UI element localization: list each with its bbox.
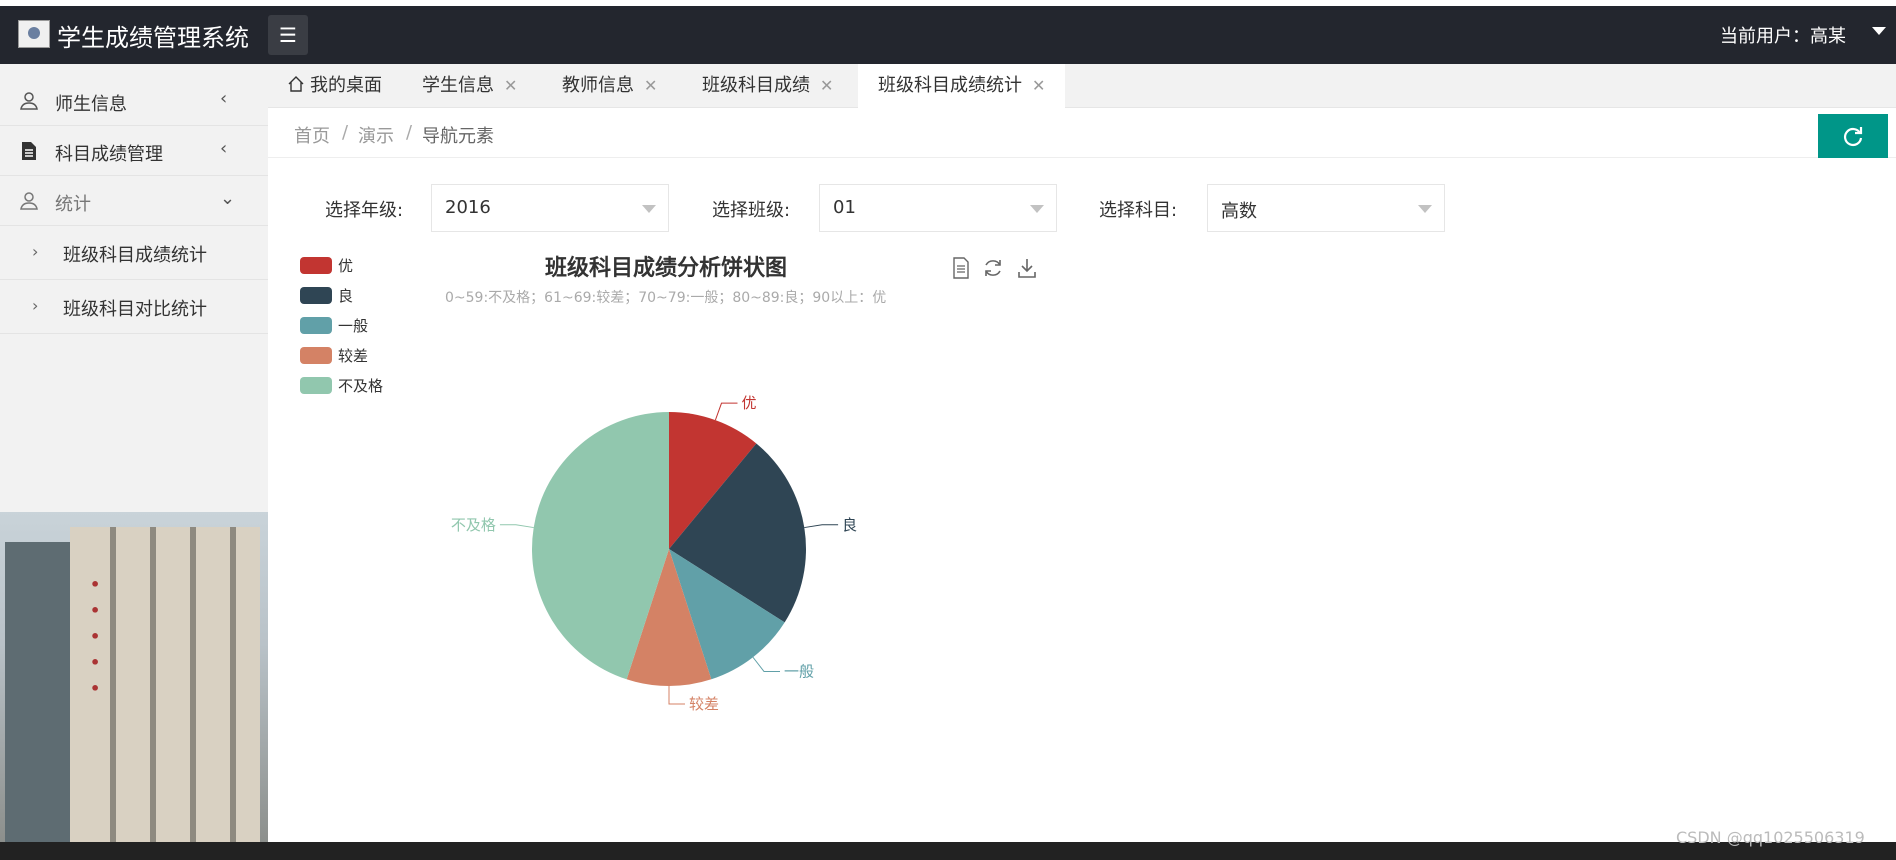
pie-label-line [499,524,534,529]
breadcrumb-separator: / [406,122,413,143]
breadcrumb-demo[interactable]: 演示 [358,122,394,148]
user-icon [18,191,40,213]
data-view-icon[interactable] [949,257,973,281]
tab-teacher-info[interactable]: 教师信息 ✕ [562,64,657,108]
pie-slice-label: 不及格 [451,516,496,534]
close-icon[interactable]: ✕ [1032,76,1045,95]
tab-my-desktop[interactable]: 我的桌面 [288,64,382,108]
pie-chart: 优良一般较差 不及格 [451,394,857,713]
menu-toggle-button[interactable]: ☰ [268,15,308,55]
legend-swatch [300,257,332,274]
home-icon [288,76,304,92]
sidebar-subitem-label: 班级科目对比统计 [63,299,207,320]
menu-icon: ☰ [279,23,297,47]
breadcrumb-home[interactable]: 首页 [294,122,330,148]
tab-label: 学生信息 [422,75,494,96]
sidebar-item-score-management[interactable]: 科目成绩管理 ‹ [0,126,268,176]
class-filter-label: 选择班级: [712,200,791,221]
legend-label: 优 [338,257,354,275]
chevron-right-icon: › [32,296,39,315]
pie-label-line [714,402,738,421]
sidebar-subitem-label: 班级科目成绩统计 [63,245,207,266]
grade-filter-label: 选择年级: [325,200,404,221]
tab-label: 班级科目成绩 [702,75,810,96]
download-icon[interactable] [1015,257,1039,281]
logo [18,20,50,48]
chevron-left-icon: ‹ [220,88,228,109]
current-user-label[interactable]: 当前用户：高某 [1720,22,1846,48]
breadcrumb-current: 导航元素 [422,126,494,147]
close-icon[interactable]: ✕ [820,76,833,95]
grade-select-value: 2016 [445,197,491,218]
legend-swatch [300,347,332,364]
sidebar-item-label: 科目成绩管理 [55,144,163,165]
refresh-button[interactable] [1818,114,1888,158]
refresh-icon [1843,127,1863,147]
sidebar-subitem-class-compare-stats[interactable]: › 班级科目对比统计 [0,280,268,334]
sidebar-item-teacher-student[interactable]: 师生信息 ‹ [0,76,268,126]
campus-building-image: • • • • • [0,512,268,842]
subject-select-value: 高数 [1221,201,1257,222]
class-select[interactable]: 01 [819,184,1057,232]
grade-select[interactable]: 2016 [431,184,669,232]
pie-slice-label: 优 [742,394,757,412]
footer-bar [0,842,1896,860]
pie-label-line [668,686,685,705]
dropdown-caret-icon [1030,205,1044,213]
pie-slice-label: 良 [842,516,857,534]
breadcrumb: 首页 / 演示 / 导航元素 [268,108,1896,158]
subject-filter-label: 选择科目: [1099,200,1178,221]
app-title: 学生成绩管理系统 [57,24,249,52]
tab-label: 我的桌面 [310,75,382,96]
subject-select[interactable]: 高数 [1207,184,1445,232]
chevron-right-icon: › [32,242,39,261]
tab-student-info[interactable]: 学生信息 ✕ [422,64,517,108]
sidebar-subitem-class-score-stats[interactable]: › 班级科目成绩统计 [0,226,268,280]
chevron-left-icon: ‹ [220,138,228,159]
pie-slice-label: 一般 [784,662,814,680]
sidebar-item-label: 统计 [55,194,91,215]
user-icon [18,91,40,113]
close-icon[interactable]: ✕ [644,76,657,95]
restore-icon[interactable] [981,257,1005,281]
tab-class-subject-score[interactable]: 班级科目成绩 ✕ [702,64,833,108]
dropdown-caret-icon [642,205,656,213]
breadcrumb-separator: / [342,122,349,143]
close-icon[interactable]: ✕ [504,76,517,95]
tab-class-subject-score-stats[interactable]: 班级科目成绩统计 ✕ [858,64,1066,108]
pie-label-line [804,524,839,529]
legend-label: 一般 [338,317,369,335]
tab-label: 教师信息 [562,75,634,96]
sidebar-item-label: 师生信息 [55,94,127,115]
chevron-down-icon: ⌄ [220,188,236,209]
legend-swatch [300,287,332,304]
tab-label: 班级科目成绩统计 [878,75,1022,96]
top-header: 学生成绩管理系统 ☰ 当前用户：高某 [0,0,1896,64]
legend-label: 良 [338,287,354,305]
sidebar-item-statistics[interactable]: 统计 ⌄ [0,176,268,226]
chart-title: 班级科目成绩分析饼状图 [545,256,788,281]
class-select-value: 01 [833,197,856,218]
legend-label: 不及格 [338,377,384,395]
document-icon [18,141,40,163]
user-dropdown-caret-icon[interactable] [1872,27,1886,35]
legend-swatch [300,377,332,394]
tab-bar: 我的桌面 学生信息 ✕ 教师信息 ✕ 班级科目成绩 ✕ 班级科目成绩统计 ✕ [268,64,1896,108]
legend-label: 较差 [338,347,369,365]
watermark: CSDN @qq1025506319 [1676,828,1865,847]
pie-label-line [752,656,781,672]
chart-subtitle: 0~59:不及格；61~69:较差；70~79:一般；80~89:良；90以上：… [445,290,887,306]
pie-slice-label: 较差 [689,695,719,713]
legend-swatch [300,317,332,334]
dropdown-caret-icon [1418,205,1432,213]
